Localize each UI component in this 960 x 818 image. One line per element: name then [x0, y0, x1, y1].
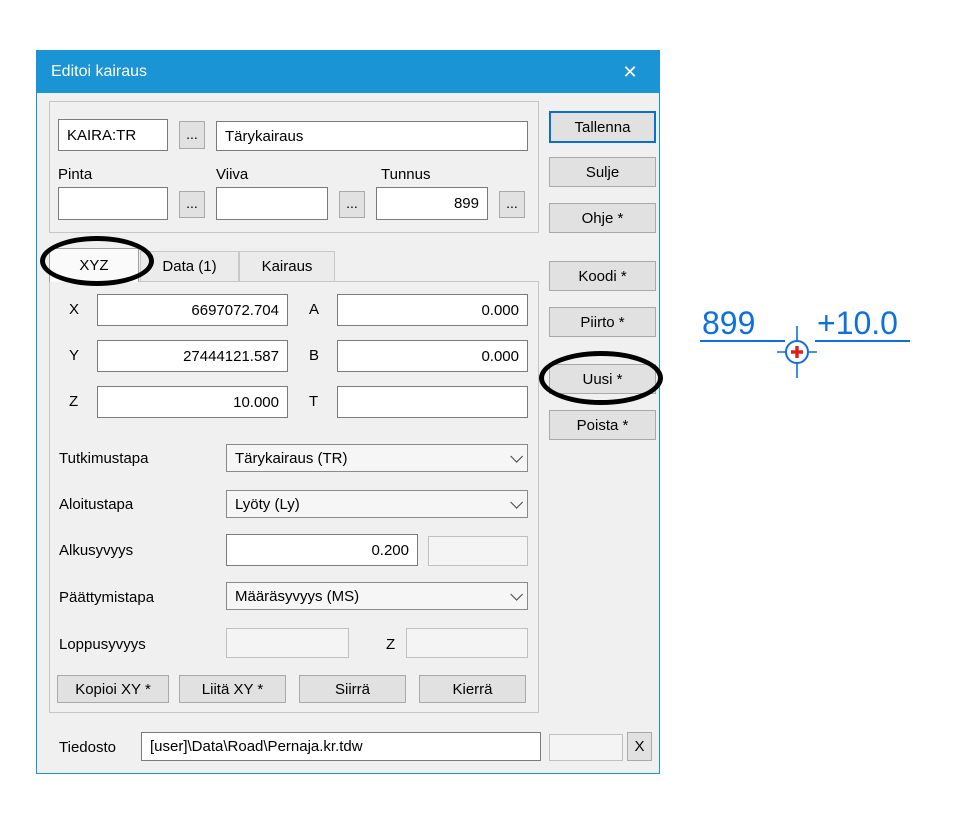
tutkimustapa-select[interactable]: Tärykairaus (TR)	[226, 444, 528, 472]
poista-button[interactable]: Poista *	[549, 410, 656, 440]
viiva-field[interactable]	[216, 187, 328, 220]
y-coordinate-field[interactable]	[97, 340, 288, 372]
tiedosto-label: Tiedosto	[59, 738, 116, 758]
ohje-button[interactable]: Ohje *	[549, 203, 656, 233]
tiedosto-extra-field	[549, 734, 623, 761]
alkusyvyys-extra-field	[428, 536, 528, 566]
viiva-browse-button[interactable]: ...	[339, 191, 365, 218]
uusi-button[interactable]: Uusi *	[549, 364, 656, 394]
chevron-down-icon	[510, 450, 523, 463]
close-icon[interactable]: ✕	[617, 62, 643, 83]
paattymistapa-label: Päättymistapa	[59, 588, 154, 608]
liita-xy-button[interactable]: Liitä XY *	[179, 675, 286, 703]
z-coordinate-field[interactable]	[97, 386, 288, 418]
screenshot-canvas: Editoi kairaus ✕ ... Pinta Viiva Tunnus …	[0, 0, 960, 818]
viiva-label: Viiva	[216, 165, 248, 185]
tiedosto-path-field[interactable]	[141, 732, 541, 761]
siirra-button[interactable]: Siirrä	[299, 675, 406, 703]
type-name-field[interactable]	[216, 121, 528, 151]
t-label: T	[309, 392, 318, 412]
tab-data[interactable]: Data (1)	[140, 251, 239, 281]
tab-xyz[interactable]: XYZ	[49, 248, 139, 282]
chevron-down-icon	[510, 496, 523, 509]
tab-data-label: Data (1)	[162, 258, 216, 275]
tutkimustapa-value: Tärykairaus (TR)	[235, 450, 348, 467]
t-coordinate-field[interactable]	[337, 386, 528, 418]
sulje-button[interactable]: Sulje	[549, 157, 656, 187]
marker-elevation-text: +10.0	[817, 305, 898, 341]
tab-kairaus-label: Kairaus	[262, 258, 313, 275]
kopioi-xy-button[interactable]: Kopioi XY *	[57, 675, 169, 703]
tunnus-field[interactable]	[376, 187, 488, 220]
paattymistapa-select[interactable]: Määräsyvyys (MS)	[226, 582, 528, 610]
alkusyvyys-field[interactable]	[226, 534, 418, 566]
paattymistapa-value: Määräsyvyys (MS)	[235, 588, 359, 605]
koodi-button[interactable]: Koodi *	[549, 261, 656, 291]
x-coordinate-field[interactable]	[97, 294, 288, 326]
pinta-field[interactable]	[58, 187, 168, 220]
kierra-button[interactable]: Kierrä	[419, 675, 526, 703]
tallenna-button[interactable]: Tallenna	[549, 111, 656, 143]
loppusyvyys-field	[226, 628, 349, 658]
loppusyvyys-label: Loppusyvyys	[59, 635, 146, 655]
aloitustapa-select[interactable]: Lyöty (Ly)	[226, 490, 528, 518]
tutkimustapa-label: Tutkimustapa	[59, 449, 148, 469]
a-label: A	[309, 300, 319, 320]
tunnus-browse-button[interactable]: ...	[499, 191, 525, 218]
tab-xyz-label: XYZ	[79, 257, 108, 274]
pinta-label: Pinta	[58, 165, 92, 185]
type-code-field[interactable]	[58, 119, 168, 151]
y-label: Y	[69, 346, 79, 366]
piirto-button[interactable]: Piirto *	[549, 307, 656, 337]
dialog-editoi-kairaus: Editoi kairaus ✕ ... Pinta Viiva Tunnus …	[36, 50, 660, 774]
tunnus-label: Tunnus	[381, 165, 430, 185]
z-label: Z	[69, 392, 78, 412]
dialog-title: Editoi kairaus	[51, 63, 147, 81]
x-label: X	[69, 300, 79, 320]
aloitustapa-label: Aloitustapa	[59, 495, 133, 515]
a-coordinate-field[interactable]	[337, 294, 528, 326]
tab-kairaus[interactable]: Kairaus	[239, 251, 335, 281]
drillhole-point-marker: 899 +10.0	[690, 296, 925, 391]
loppusyvyys-z-label: Z	[386, 635, 395, 655]
b-coordinate-field[interactable]	[337, 340, 528, 372]
dialog-titlebar[interactable]: Editoi kairaus ✕	[37, 51, 659, 93]
b-label: B	[309, 346, 319, 366]
chevron-down-icon	[510, 588, 523, 601]
marker-id-text: 899	[702, 305, 755, 341]
loppusyvyys-z-field	[406, 628, 528, 658]
aloitustapa-value: Lyöty (Ly)	[235, 496, 300, 513]
alkusyvyys-label: Alkusyvyys	[59, 541, 133, 561]
type-code-browse-button[interactable]: ...	[179, 121, 205, 149]
tiedosto-clear-button[interactable]: X	[627, 732, 652, 761]
pinta-browse-button[interactable]: ...	[179, 191, 205, 218]
crosshair-icon	[777, 326, 817, 378]
